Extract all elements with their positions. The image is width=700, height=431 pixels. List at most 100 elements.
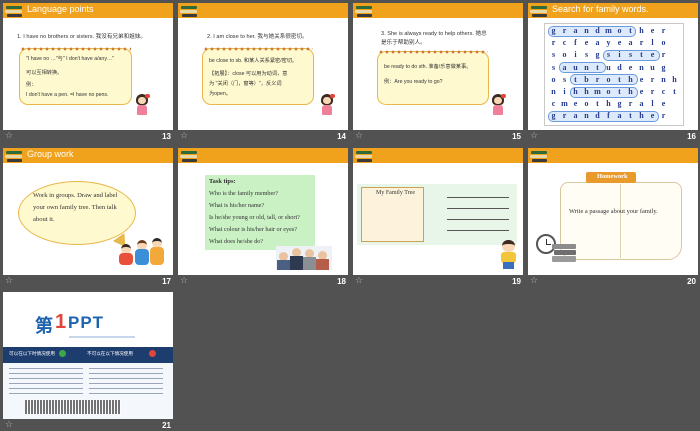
grid-letter: r bbox=[562, 111, 567, 121]
grid-letter: o bbox=[562, 50, 567, 60]
slide-footer: ☆ 20 bbox=[528, 275, 698, 289]
allowed-heading: 可以在以下时情况使用 bbox=[9, 351, 55, 356]
grid-letter: h bbox=[606, 99, 611, 109]
tip-item: Who is the family member? bbox=[209, 190, 279, 197]
note-line: I don't have a pen. =I have no pens. bbox=[26, 92, 109, 98]
slide-19[interactable]: My Family Tree ☆ 19 bbox=[353, 148, 523, 289]
grid-letter: e bbox=[584, 38, 589, 48]
title-bar bbox=[178, 3, 348, 18]
grid-letter: i bbox=[563, 87, 566, 96]
grid-letter: b bbox=[584, 74, 589, 84]
slide-20-thumbnail[interactable]: Homework Write a passage about your fami… bbox=[528, 148, 698, 275]
slide-number: 15 bbox=[512, 132, 521, 141]
grid-letter: t bbox=[618, 74, 621, 84]
grid-letter: g bbox=[595, 50, 600, 60]
sentence-text: 3. She is always ready to help others. 她… bbox=[381, 31, 487, 37]
grid-letter: d bbox=[595, 26, 600, 35]
grid-letter: h bbox=[628, 74, 633, 84]
slide-20[interactable]: Homework Write a passage about your fami… bbox=[528, 148, 698, 289]
grid-letter: t bbox=[574, 74, 577, 84]
note-line: 为open。 bbox=[209, 91, 231, 97]
children-illustration bbox=[119, 232, 167, 268]
slide-16-thumbnail[interactable]: Search for family words. grandmotherrcfe… bbox=[528, 3, 698, 130]
grid-letter: a bbox=[573, 26, 578, 35]
star-icon[interactable]: ☆ bbox=[180, 276, 188, 286]
slide-18-thumbnail[interactable]: Task tips: Who is the family member? Wha… bbox=[178, 148, 348, 275]
grid-letter: h bbox=[584, 87, 589, 96]
grid-letter: u bbox=[573, 62, 578, 72]
slide-15-thumbnail[interactable]: 3. She is always ready to help others. 她… bbox=[353, 3, 523, 130]
writing-line bbox=[447, 197, 509, 198]
slide-13-thumbnail[interactable]: Language points 1. I have no brothers or… bbox=[3, 3, 173, 130]
grid-letter: s bbox=[551, 50, 556, 60]
star-icon[interactable]: ☆ bbox=[530, 131, 538, 141]
slide-footer: ☆ 16 bbox=[528, 130, 698, 144]
slide-14-thumbnail[interactable]: 2. I am close to her. 我与她关系很密切。 be close… bbox=[178, 3, 348, 130]
grid-letter: e bbox=[628, 62, 633, 72]
slide-number: 18 bbox=[337, 277, 346, 286]
grid-letter: t bbox=[629, 26, 632, 35]
slide-21-thumbnail[interactable]: 第 1 PPT 可以在以下时情况使用 不可以在以下情况使用 bbox=[3, 292, 173, 419]
note-line: 例： bbox=[26, 82, 37, 88]
slide-15[interactable]: 3. She is always ready to help others. 她… bbox=[353, 3, 523, 144]
note-line: be close to sb. 和某人关系紧密/密切。 bbox=[209, 58, 298, 64]
grid-letter: m bbox=[594, 87, 601, 96]
note-bubble: be ready to do sth. 准备/乐意做某事。 例：Are you … bbox=[377, 49, 489, 105]
writing-line bbox=[447, 230, 509, 231]
task-text: Work in groups. Draw and label bbox=[33, 192, 118, 199]
grid-letter: s bbox=[584, 50, 589, 60]
slide-21[interactable]: 第 1 PPT 可以在以下时情况使用 不可以在以下情况使用 ☆ 21 bbox=[3, 292, 173, 431]
open-book-page bbox=[560, 182, 682, 260]
star-icon[interactable]: ☆ bbox=[530, 276, 538, 286]
grid-letter: r bbox=[639, 38, 644, 48]
slide-footer: ☆ 18 bbox=[178, 275, 348, 289]
note-line: 可以互相转换。 bbox=[26, 70, 63, 76]
grid-letter: o bbox=[661, 38, 666, 48]
book-logo-icon bbox=[355, 4, 373, 20]
grid-letter: u bbox=[650, 62, 655, 72]
task-text: your own family tree. Then talk bbox=[33, 204, 117, 211]
logo-part: 第 bbox=[35, 316, 53, 337]
star-icon[interactable]: ☆ bbox=[5, 420, 13, 430]
fine-print-lines bbox=[89, 368, 163, 398]
bead-border bbox=[203, 46, 313, 52]
slide-17-thumbnail[interactable]: Group work Work in groups. Draw and labe… bbox=[3, 148, 173, 275]
slide-14[interactable]: 2. I am close to her. 我与她关系很密切。 be close… bbox=[178, 3, 348, 144]
grid-letter: a bbox=[639, 99, 644, 109]
slide-16[interactable]: Search for family words. grandmotherrcfe… bbox=[528, 3, 698, 144]
slide-number: 13 bbox=[162, 132, 171, 141]
grid-letter: g bbox=[661, 62, 666, 72]
star-icon[interactable]: ☆ bbox=[355, 276, 363, 286]
slide-footer: ☆ 15 bbox=[353, 130, 523, 144]
star-icon[interactable]: ☆ bbox=[5, 131, 13, 141]
grid-letter: h bbox=[639, 26, 644, 35]
slide-17[interactable]: Group work Work in groups. Draw and labe… bbox=[3, 148, 173, 289]
grid-letter: r bbox=[562, 26, 567, 35]
fine-print-lines bbox=[9, 368, 83, 398]
grid-letter: e bbox=[650, 50, 655, 60]
title-bar bbox=[178, 148, 348, 163]
grid-letter: o bbox=[617, 26, 622, 35]
grid-letter: f bbox=[574, 38, 577, 48]
grid-letter: r bbox=[650, 87, 655, 96]
grid-letter: r bbox=[650, 74, 655, 84]
grid-letter: n bbox=[639, 62, 644, 72]
grid-letter: n bbox=[584, 62, 589, 72]
slide-number: 21 bbox=[162, 421, 171, 430]
cross-icon bbox=[149, 350, 156, 357]
slide-13[interactable]: Language points 1. I have no brothers or… bbox=[3, 3, 173, 144]
grid-letter: l bbox=[651, 99, 654, 109]
book-spine bbox=[620, 184, 621, 258]
slide-18[interactable]: Task tips: Who is the family member? Wha… bbox=[178, 148, 348, 289]
grid-letter: i bbox=[574, 50, 577, 60]
family-tree-title: My Family Tree bbox=[376, 190, 416, 196]
star-icon[interactable]: ☆ bbox=[355, 131, 363, 141]
grid-letter: r bbox=[661, 26, 666, 35]
book-logo-icon bbox=[5, 4, 23, 20]
slide-19-thumbnail[interactable]: My Family Tree bbox=[353, 148, 523, 275]
book-logo-icon bbox=[530, 149, 548, 165]
star-icon[interactable]: ☆ bbox=[5, 276, 13, 286]
book-stack-icon bbox=[552, 244, 576, 264]
star-icon[interactable]: ☆ bbox=[180, 131, 188, 141]
book-logo-icon bbox=[5, 149, 23, 165]
